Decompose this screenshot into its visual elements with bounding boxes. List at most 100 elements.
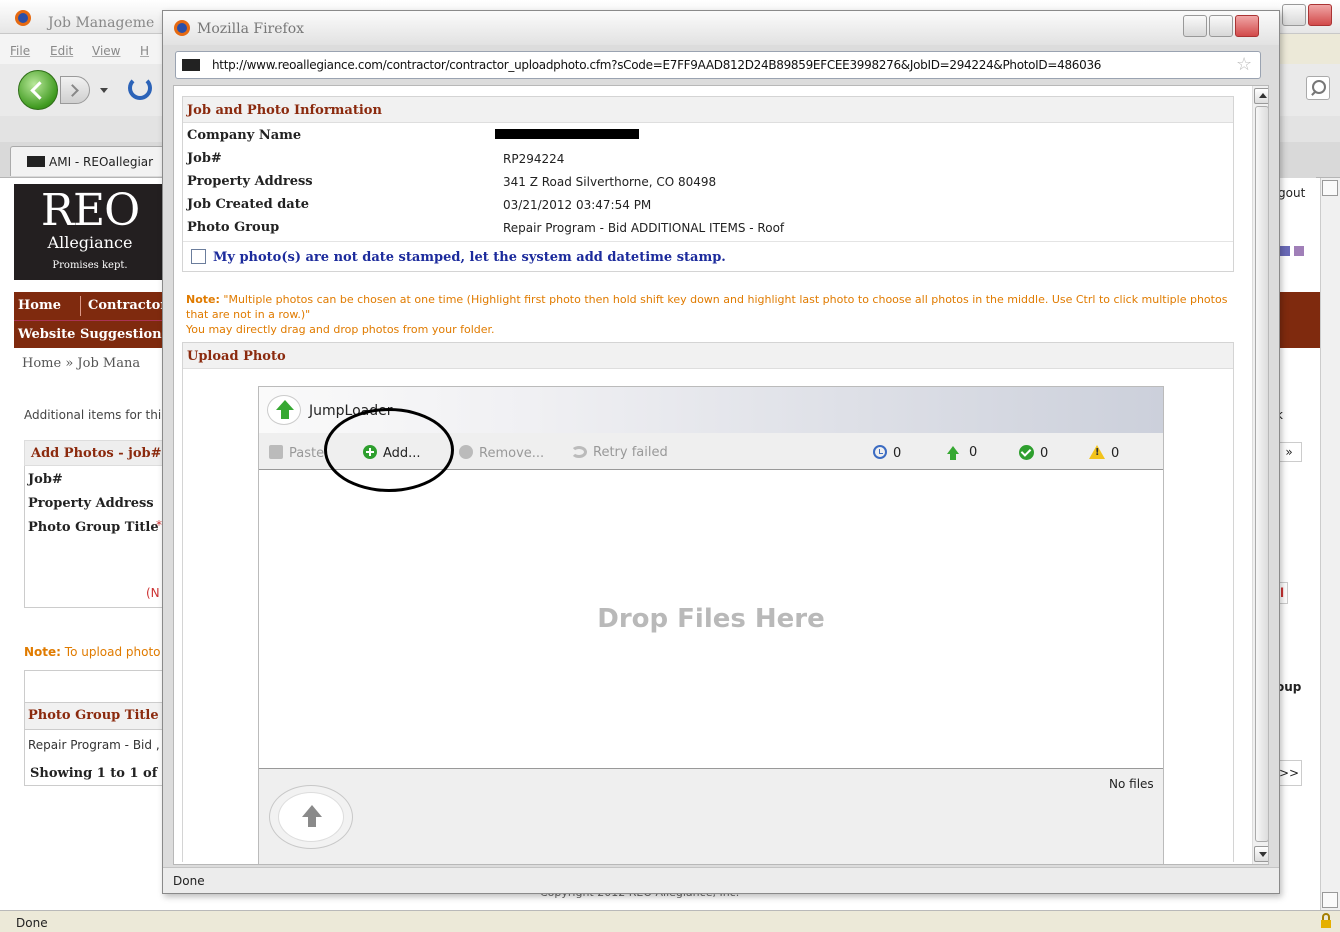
menu-view[interactable]: View [92, 44, 120, 58]
add-photos-header: Add Photos - job# [24, 440, 170, 466]
upload-arrow-icon [302, 805, 322, 827]
paste-button[interactable]: Paste [269, 445, 324, 461]
datetime-stamp-label[interactable]: My photo(s) are not date stamped, let th… [213, 250, 726, 265]
main-menubar: File Edit View H [0, 34, 170, 64]
pending-count-value: 0 [893, 446, 902, 461]
lock-icon [1321, 913, 1331, 928]
nav-contractor[interactable]: Contractor [88, 298, 167, 313]
green-up-arrow-icon [276, 400, 294, 419]
remove-icon [459, 445, 473, 459]
tab-label: AMI - REOallegiar [49, 155, 154, 169]
url-text[interactable]: http://www.reoallegiance.com/contractor/… [212, 58, 1101, 72]
firefox-logo-icon [174, 20, 190, 36]
popup-title: Mozilla Firefox [197, 21, 305, 37]
info-row-company: Company Name [183, 125, 1233, 148]
label-job: Job# [187, 151, 222, 166]
add-photos-title: Add Photos - job# [31, 446, 162, 461]
note-line-1: "Multiple photos can be chosen at one ti… [186, 293, 1228, 321]
main-scrollbar[interactable] [1320, 178, 1340, 910]
table-header-photo-group[interactable]: Photo Group Title [28, 708, 159, 723]
label-job-created-date: Job Created date [187, 197, 310, 212]
done-count-value: 0 [1040, 446, 1049, 461]
nav-home[interactable]: Home [18, 298, 61, 313]
value-property-address: 341 Z Road Silverthorne, CO 80498 [503, 175, 717, 189]
main-scroll-up-icon[interactable] [1322, 180, 1338, 196]
failed-count-value: 0 [1111, 446, 1120, 461]
main-window-title: Job Manageme [48, 15, 155, 31]
label-job: Job# [28, 472, 63, 487]
scroll-down-icon[interactable] [1254, 846, 1268, 862]
maximize-button[interactable] [1209, 15, 1233, 37]
tab-strip-right [1276, 142, 1316, 178]
restore-button[interactable] [1282, 4, 1306, 26]
main-nav-row-2: Website Suggestion [14, 320, 170, 348]
url-bar[interactable]: http://www.reoallegiance.com/contractor/… [175, 51, 1261, 79]
popup-statusbar: Done [163, 867, 1279, 893]
retry-failed-button[interactable]: Retry failed [571, 445, 668, 460]
logout-link[interactable]: gout [1278, 186, 1305, 200]
tab-ami-reoallegiance[interactable]: AMI - REOallegiar [10, 146, 170, 176]
paste-icon [269, 445, 283, 459]
main-scroll-down-icon[interactable] [1322, 892, 1338, 908]
info-row-address: Property Address 341 Z Road Silverthorne… [183, 171, 1233, 194]
job-photo-info-title: Job and Photo Information [187, 103, 382, 118]
drop-files-text: Drop Files Here [597, 604, 825, 634]
nav-band-right [1276, 292, 1320, 348]
upload-note-label: Note: [24, 645, 61, 659]
scroll-thumb[interactable] [1255, 106, 1268, 842]
remove-label: Remove... [479, 446, 545, 461]
menu-file[interactable]: File [10, 44, 30, 58]
search-icon[interactable] [1306, 76, 1330, 100]
table-row[interactable]: Repair Program - Bid , [28, 738, 160, 752]
note-label: Note: [186, 293, 220, 306]
upload-arrow-icon [947, 446, 959, 460]
remove-button[interactable]: Remove... [459, 445, 544, 461]
nav-website-suggestion[interactable]: Website Suggestion [18, 327, 162, 342]
menu-help[interactable]: H [140, 44, 149, 58]
history-dropdown-icon[interactable] [100, 88, 108, 93]
drop-zone[interactable]: Drop Files Here [259, 469, 1163, 769]
note-line-2: You may directly drag and drop photos fr… [186, 323, 495, 336]
value-photo-group: Repair Program - Bid ADDITIONAL ITEMS - … [503, 221, 785, 235]
start-upload-button[interactable] [269, 785, 353, 849]
annotation-circle [324, 408, 454, 492]
value-job: RP294224 [503, 152, 565, 166]
additional-items-text: Additional items for thi [24, 408, 162, 422]
menu-edit[interactable]: Edit [50, 44, 73, 58]
main-window-controls [1280, 4, 1332, 26]
reo-allegiance-logo[interactable]: REO Allegiance Promises kept. [14, 184, 166, 280]
close-button[interactable] [1235, 15, 1259, 37]
close-button[interactable] [1308, 4, 1332, 26]
clock-icon [873, 445, 887, 459]
popup-scrollbar[interactable] [1252, 86, 1268, 864]
label-photo-group-title: Photo Group Title [28, 520, 159, 535]
popup-titlebar: Mozilla Firefox [163, 11, 1279, 45]
info-row-created: Job Created date 03/21/2012 03:47:54 PM [183, 194, 1233, 217]
multi-select-note: Note: "Multiple photos can be chosen at … [186, 292, 1236, 337]
popup-window-controls [1181, 15, 1259, 37]
breadcrumb[interactable]: Home » Job Mana [22, 356, 140, 371]
upload-photo-title: Upload Photo [187, 349, 286, 364]
reload-icon[interactable] [128, 76, 152, 100]
label-property-address: Property Address [28, 496, 154, 511]
retry-label: Retry failed [593, 445, 668, 460]
files-status: No files [1109, 777, 1154, 791]
failed-count: 0 [1089, 445, 1119, 461]
logo-reo: REO [40, 185, 140, 236]
forward-arrow-icon[interactable] [60, 76, 90, 104]
logo-tagline: Promises kept. [52, 260, 128, 271]
color-swatch-icon[interactable] [1280, 246, 1290, 256]
scroll-up-icon[interactable] [1254, 88, 1268, 104]
bookmark-star-icon[interactable]: ☆ [1236, 54, 1252, 75]
check-icon [1019, 445, 1034, 460]
uploading-count-value: 0 [969, 445, 978, 460]
color-swatch-icon-2[interactable] [1294, 246, 1304, 256]
upload-button-face [278, 792, 344, 842]
minimize-button[interactable] [1183, 15, 1207, 37]
retry-icon [571, 446, 587, 458]
datetime-stamp-checkbox[interactable] [191, 249, 206, 264]
popup-status-text: Done [173, 874, 205, 888]
info-row-photo-group: Photo Group Repair Program - Bid ADDITIO… [183, 217, 1233, 240]
back-arrow-icon[interactable] [18, 70, 58, 110]
label-company-name: Company Name [187, 128, 302, 143]
